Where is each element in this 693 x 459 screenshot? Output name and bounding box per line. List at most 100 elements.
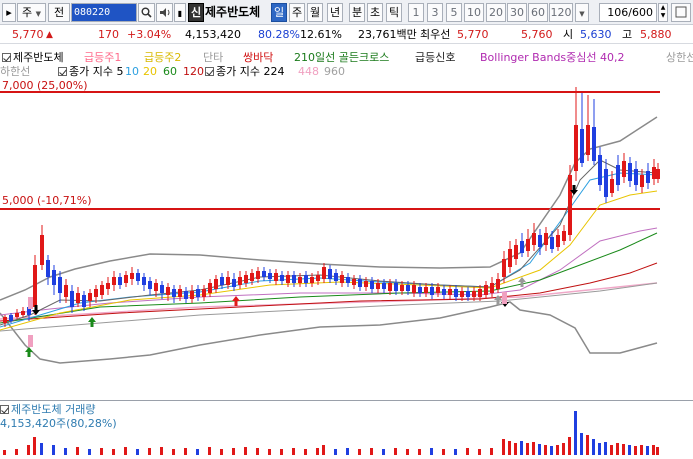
lock-button[interactable]: ▮ bbox=[174, 3, 186, 22]
stock-name: 제주반도체 bbox=[205, 5, 261, 19]
candle-body bbox=[202, 289, 206, 297]
legend-ma60[interactable]: 60 bbox=[163, 65, 177, 79]
legend-ind8[interactable]: 상한선 bbox=[666, 51, 693, 65]
interval-120-button[interactable]: 120 bbox=[549, 3, 573, 22]
bollinger-lower-line bbox=[0, 301, 658, 364]
search-button[interactable] bbox=[138, 3, 155, 22]
volume-panel[interactable]: 제주반도체 거래량 4,153,420주(80,28%) bbox=[0, 400, 693, 459]
checkbox-icon bbox=[0, 405, 9, 414]
candle-body bbox=[310, 277, 314, 283]
timeframe-minute-label: 분 bbox=[351, 6, 363, 19]
new-badge: 신 bbox=[188, 3, 204, 22]
legend-ma-group[interactable]: 종가 지수 5 bbox=[58, 65, 123, 79]
legend-ma960[interactable]: 960 bbox=[324, 65, 345, 79]
interval-5-label: 5 bbox=[450, 6, 458, 19]
timeframe-year-label: 년 bbox=[329, 6, 341, 19]
candle-body bbox=[304, 275, 308, 283]
candle-body bbox=[376, 283, 380, 289]
candle-body bbox=[70, 291, 74, 307]
candle-body bbox=[172, 289, 176, 297]
candle-body bbox=[502, 259, 506, 277]
candle-body bbox=[490, 283, 494, 293]
candle-body bbox=[544, 233, 548, 245]
candle-body bbox=[532, 233, 536, 245]
candle-body bbox=[166, 287, 170, 295]
candle-body bbox=[118, 277, 122, 285]
interval-20-button[interactable]: 20 bbox=[486, 3, 506, 22]
bar-count-spinner[interactable]: ▲ ▼ bbox=[658, 3, 668, 22]
legend-ma448[interactable]: 448 bbox=[298, 65, 319, 79]
interval-60-button[interactable]: 60 bbox=[528, 3, 548, 22]
speaker-icon bbox=[159, 8, 169, 17]
legend-ma-label: 종가 지수 5 bbox=[69, 65, 124, 78]
interval-30-button[interactable]: 30 bbox=[507, 3, 527, 22]
stock-code-input[interactable]: 080220 bbox=[71, 3, 137, 22]
open-label: 시 bbox=[563, 28, 574, 41]
candle-body bbox=[454, 289, 458, 297]
candle-body bbox=[598, 155, 602, 185]
legend-ind2[interactable]: 급등주2 bbox=[144, 51, 181, 65]
timeframe-month-button[interactable]: 월 bbox=[307, 3, 323, 22]
timeframe-week-button[interactable]: 주 bbox=[289, 3, 305, 22]
legend-ind6[interactable]: 급등신호 bbox=[415, 51, 455, 65]
interval-1-button[interactable]: 1 bbox=[408, 3, 424, 22]
candle-body bbox=[586, 125, 590, 155]
current-price: 5,770 bbox=[12, 28, 44, 41]
candle-body bbox=[148, 281, 152, 289]
volume-ratio: 80.28% bbox=[258, 28, 300, 41]
legend-ma-group2[interactable]: 종가 지수 224 bbox=[205, 65, 284, 79]
candle-body bbox=[106, 283, 110, 289]
timeframe-day-button[interactable]: 일 bbox=[271, 3, 287, 22]
candle-body bbox=[232, 279, 236, 287]
interval-5-button[interactable]: 5 bbox=[446, 3, 462, 22]
candle-body bbox=[550, 237, 554, 249]
legend-stock[interactable]: 제주반도체 bbox=[2, 51, 64, 65]
price-chart-canvas[interactable] bbox=[0, 45, 693, 459]
signal-marker bbox=[28, 335, 33, 347]
candle-body bbox=[412, 285, 416, 293]
candle-body bbox=[604, 169, 608, 197]
candle-body bbox=[100, 285, 104, 295]
high-price: 5,880 bbox=[640, 28, 672, 41]
period-select[interactable]: 주 ▼ bbox=[17, 3, 46, 22]
legend-ind4[interactable]: 쌍바닥 bbox=[243, 51, 273, 65]
best-label: 최우선 bbox=[420, 28, 451, 41]
legend-ind1[interactable]: 급등주1 bbox=[84, 51, 121, 65]
interval-3-button[interactable]: 3 bbox=[427, 3, 443, 22]
candle-body bbox=[352, 279, 356, 285]
candle-body bbox=[394, 283, 398, 291]
toolbar-left-icon[interactable]: ▸ bbox=[2, 3, 16, 22]
timeframe-year-button[interactable]: 년 bbox=[327, 3, 343, 22]
toolbar-more-button[interactable] bbox=[671, 3, 691, 22]
candle-body bbox=[112, 277, 116, 285]
legend-ind5[interactable]: 210일선 골든크로스 bbox=[294, 51, 389, 65]
legend-lower[interactable]: 하한선 bbox=[0, 65, 30, 79]
market-select[interactable]: 전 bbox=[48, 3, 70, 22]
candle-body bbox=[652, 167, 656, 179]
legend-ind7[interactable]: Bollinger Bands중심선 40,2 bbox=[480, 51, 625, 65]
legend-ma20[interactable]: 20 bbox=[143, 65, 157, 79]
legend-ma120[interactable]: 120 bbox=[183, 65, 204, 79]
candle-body bbox=[64, 285, 68, 297]
signal-marker bbox=[28, 297, 33, 309]
legend-ind3[interactable]: 단타 bbox=[203, 51, 223, 65]
timeframe-second-button[interactable]: 초 bbox=[367, 3, 383, 22]
legend-ma10[interactable]: 10 bbox=[125, 65, 139, 79]
chart-area[interactable]: 제주반도체 급등주1 급등주2 단타 쌍바닥 210일선 골든크로스 급등신호 … bbox=[0, 45, 693, 459]
interval-custom-button[interactable]: ▼ bbox=[575, 3, 589, 22]
bar-count-input[interactable]: 106/600 bbox=[599, 3, 657, 22]
candle-body bbox=[520, 241, 524, 253]
candle-body bbox=[160, 285, 164, 293]
speaker-button[interactable] bbox=[156, 3, 173, 22]
volume-value: 4,153,420 bbox=[185, 28, 241, 41]
checkbox-icon bbox=[205, 67, 214, 76]
timeframe-minute-button[interactable]: 분 bbox=[349, 3, 365, 22]
candle-body bbox=[334, 273, 338, 281]
candle-body bbox=[268, 273, 272, 279]
interval-3-label: 3 bbox=[431, 6, 439, 19]
candle-body bbox=[574, 125, 578, 171]
interval-10-button[interactable]: 10 bbox=[464, 3, 484, 22]
candle-body bbox=[58, 277, 62, 293]
timeframe-tick-button[interactable]: 틱 bbox=[386, 3, 402, 22]
turnover-rate: 12.61% bbox=[300, 28, 342, 41]
